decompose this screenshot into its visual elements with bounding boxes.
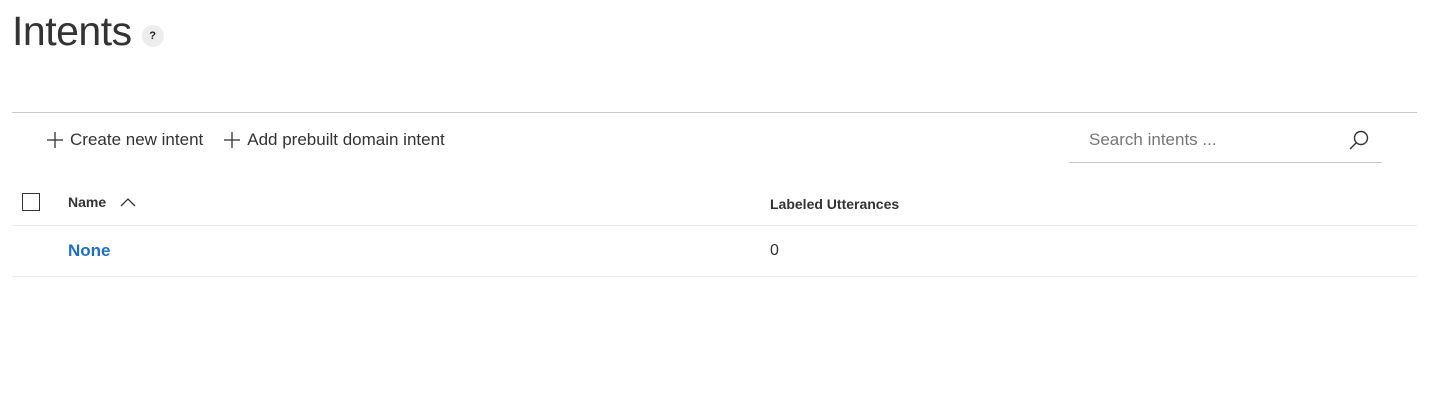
page-header: Intents ? [12, 6, 164, 56]
page-title: Intents [12, 8, 132, 54]
column-header-name[interactable]: Name [68, 194, 136, 210]
search-box [1069, 118, 1382, 163]
column-header-name-label: Name [68, 194, 107, 210]
add-prebuilt-domain-intent-button[interactable]: Add prebuilt domain intent [223, 130, 445, 150]
table-row: None 0 [12, 226, 1417, 277]
labeled-utterances-count: 0 [770, 242, 779, 259]
search-input[interactable] [1069, 130, 1349, 150]
plus-icon [47, 132, 63, 148]
table-header: Name Labeled Utterances [12, 181, 1417, 226]
toolbar: Create new intent Add prebuilt domain in… [46, 124, 465, 156]
search-icon[interactable] [1348, 129, 1370, 151]
create-new-intent-label: Create new intent [70, 130, 204, 149]
plus-icon [224, 132, 241, 148]
help-icon[interactable]: ? [141, 25, 164, 47]
intents-page: Intents ? Create new intent Add prebuilt… [0, 0, 1454, 420]
add-prebuilt-domain-intent-label: Add prebuilt domain intent [247, 130, 445, 149]
header-divider [12, 112, 1417, 113]
column-header-utterances[interactable]: Labeled Utterances [770, 196, 899, 212]
create-new-intent-button[interactable]: Create new intent [46, 130, 203, 150]
intent-name-link[interactable]: None [68, 241, 111, 261]
select-all-checkbox[interactable] [22, 193, 40, 211]
sort-ascending-icon [120, 198, 136, 207]
